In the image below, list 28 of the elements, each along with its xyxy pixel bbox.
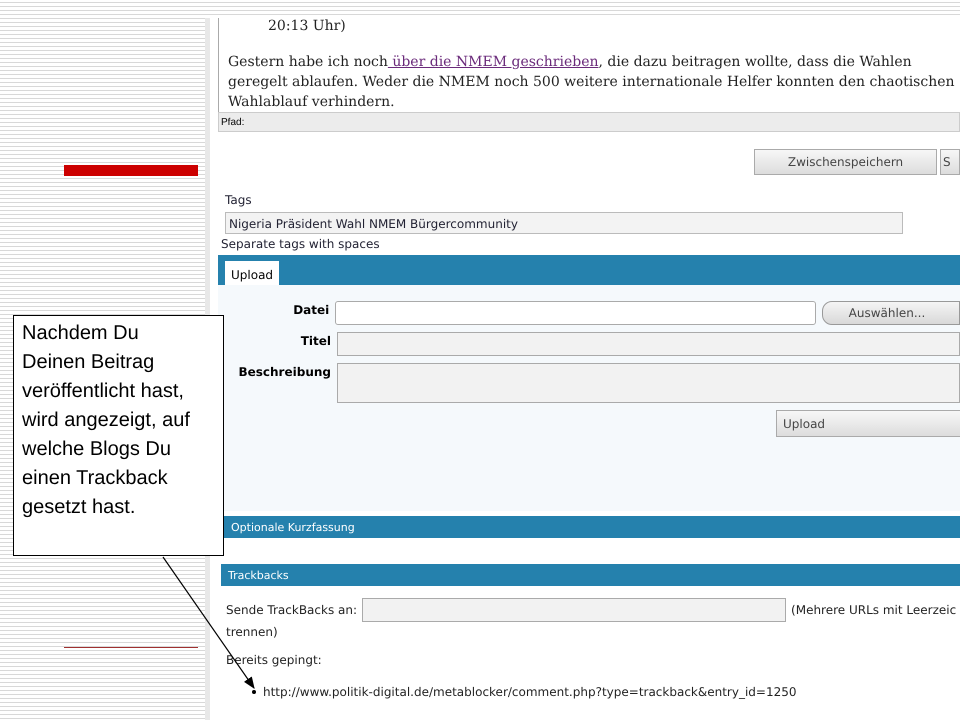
- section-title: Trackbacks: [228, 568, 289, 582]
- field-label: Titel: [300, 333, 331, 348]
- field-label: Beschreibung: [237, 364, 331, 379]
- bullet-icon: [252, 690, 256, 694]
- post-link[interactable]: über die NMEM geschrieben: [388, 54, 599, 70]
- upload-button[interactable]: Upload: [776, 410, 960, 437]
- save-button[interactable]: Zwischenspeichern: [754, 149, 937, 175]
- tags-field[interactable]: Nigeria Präsident Wahl NMEM Bürgercommunity: [225, 212, 903, 234]
- note-text: trennen): [226, 625, 279, 639]
- section-header[interactable]: Trackbacks: [221, 564, 960, 586]
- tags-label: Tags: [225, 193, 253, 207]
- title-field[interactable]: [337, 332, 960, 356]
- post-paragraph: Gestern habe ich noch über die NMEM geschrieben, die dazu beitragen wollte, dass die Wahlen geregelt ablaufen. Weder die NMEM noch 500 weitere internationale Helfer konnten den chaotischen Wahlablauf verhindern.: [228, 53, 956, 112]
- note-text: (Mehrere URLs mit Leerzeic: [791, 603, 956, 617]
- time-text: 20:13 Uhr): [267, 18, 347, 34]
- section-header[interactable]: Optionale Kurzfassung: [224, 516, 960, 538]
- callout-box: Nachdem Du Deinen Beitrag veröffentlicht hast, wird angezeigt, auf welche Blogs Du einen Trackback gesetzt hast.: [13, 315, 224, 556]
- trackback-field[interactable]: [362, 598, 786, 622]
- pinged-url: http://www.politik-digital.de/metablocker/comment.php?type=trackback&entry_id=1250: [263, 685, 797, 699]
- send-label: Sende TrackBacks an:: [226, 603, 358, 617]
- description-field[interactable]: [337, 363, 960, 403]
- tags-hint: Separate tags with spaces: [221, 237, 381, 251]
- browse-button[interactable]: Auswählen...: [822, 301, 960, 325]
- save-button[interactable]: S: [940, 149, 960, 175]
- path-label: Pfad:: [221, 116, 244, 128]
- file-field[interactable]: [335, 301, 816, 325]
- field-label: Datei: [292, 302, 330, 317]
- section-title: Optionale Kurzfassung: [231, 520, 355, 534]
